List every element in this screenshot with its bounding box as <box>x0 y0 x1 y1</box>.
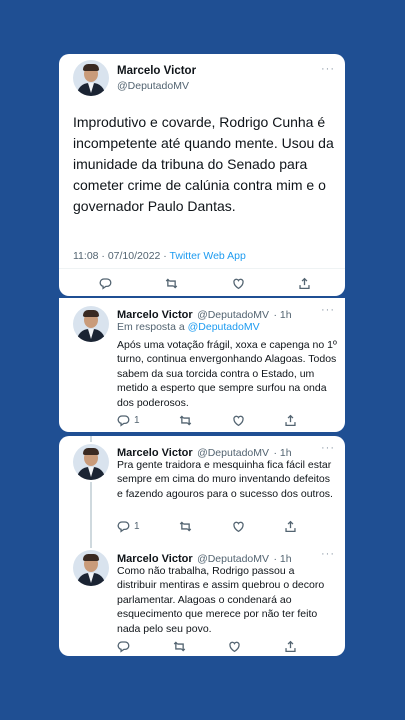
reply-button[interactable]: 1 <box>117 520 140 533</box>
reply-icon <box>99 278 112 290</box>
main-tweet-card: Marcelo Victor @DeputadoMV ··· Improduti… <box>59 54 345 296</box>
share-button[interactable] <box>284 640 297 653</box>
retweet-button[interactable] <box>179 520 192 533</box>
share-button[interactable] <box>284 520 297 533</box>
like-button[interactable] <box>232 277 245 290</box>
retweet-button[interactable] <box>165 277 178 290</box>
retweet-icon <box>179 415 192 426</box>
more-options-icon[interactable]: ··· <box>321 442 335 454</box>
retweet-button[interactable] <box>173 640 186 653</box>
tweet-text: Improdutivo e covarde, Rodrigo Cunha é i… <box>73 114 334 214</box>
thread-connector <box>90 482 92 548</box>
reply-prefix: Em resposta a <box>117 321 188 333</box>
reply-count: 1 <box>134 415 140 426</box>
reply-button[interactable]: 1 <box>117 414 140 427</box>
share-icon <box>285 520 296 533</box>
like-button[interactable] <box>228 640 241 653</box>
avatar[interactable] <box>73 306 109 342</box>
share-icon <box>285 414 296 427</box>
tweet-source[interactable]: Twitter Web App <box>170 250 246 262</box>
author-handle[interactable]: @DeputadoMV <box>197 309 269 321</box>
heart-icon <box>232 415 244 427</box>
divider <box>59 268 345 269</box>
author-name[interactable]: Marcelo Victor <box>117 65 196 77</box>
tweet-text: Após uma votação frágil, xoxa e capenga … <box>117 339 337 409</box>
more-options-icon[interactable]: ··· <box>321 304 335 316</box>
retweet-icon <box>166 278 178 289</box>
tweet-actions <box>117 640 297 653</box>
share-button[interactable] <box>298 277 311 290</box>
tweet-actions: 1 <box>117 520 297 533</box>
tweet-actions: 1 <box>117 414 297 427</box>
share-icon <box>299 277 310 290</box>
avatar[interactable] <box>73 550 109 586</box>
like-button[interactable] <box>232 520 245 533</box>
reply-context: Em resposta a @DeputadoMV <box>117 321 260 333</box>
heart-icon <box>229 641 240 653</box>
reply-button[interactable] <box>99 277 112 290</box>
heart-icon <box>232 278 244 290</box>
reply-button[interactable] <box>117 640 130 653</box>
share-button[interactable] <box>284 414 297 427</box>
more-options-icon[interactable]: ··· <box>321 63 335 75</box>
reply-card: Marcelo Victor @DeputadoMV · 1h ··· Em r… <box>59 298 345 432</box>
retweet-icon <box>173 641 185 652</box>
more-options-icon[interactable]: ··· <box>321 548 335 560</box>
reply-mention[interactable]: @DeputadoMV <box>188 321 260 333</box>
reply-icon <box>117 415 130 427</box>
reply-icon <box>117 521 130 533</box>
tweet-text: Como não trabalha, Rodrigo passou a dist… <box>117 565 325 635</box>
like-button[interactable] <box>232 414 245 427</box>
author-name[interactable]: Marcelo Victor <box>117 309 193 321</box>
thread-connector <box>90 436 92 442</box>
thread-card: Marcelo Victor @DeputadoMV · 1h ··· Pra … <box>59 436 345 656</box>
reply-count: 1 <box>134 521 140 532</box>
retweet-icon <box>179 521 192 532</box>
avatar[interactable] <box>73 444 109 480</box>
heart-icon <box>232 521 244 533</box>
tweet-meta: 11:08 · 07/10/2022 · Twitter Web App <box>73 250 246 262</box>
share-icon <box>285 640 296 653</box>
tweet-age[interactable]: · 1h <box>273 309 291 321</box>
retweet-button[interactable] <box>179 414 192 427</box>
avatar[interactable] <box>73 60 109 96</box>
tweet-actions <box>99 277 311 290</box>
tweet-timestamp[interactable]: 11:08 · 07/10/2022 · <box>73 250 170 262</box>
author-handle[interactable]: @DeputadoMV <box>117 80 189 92</box>
reply-icon <box>117 641 130 653</box>
tweet-text: Pra gente traidora e mesquinha fica fáci… <box>117 459 333 500</box>
